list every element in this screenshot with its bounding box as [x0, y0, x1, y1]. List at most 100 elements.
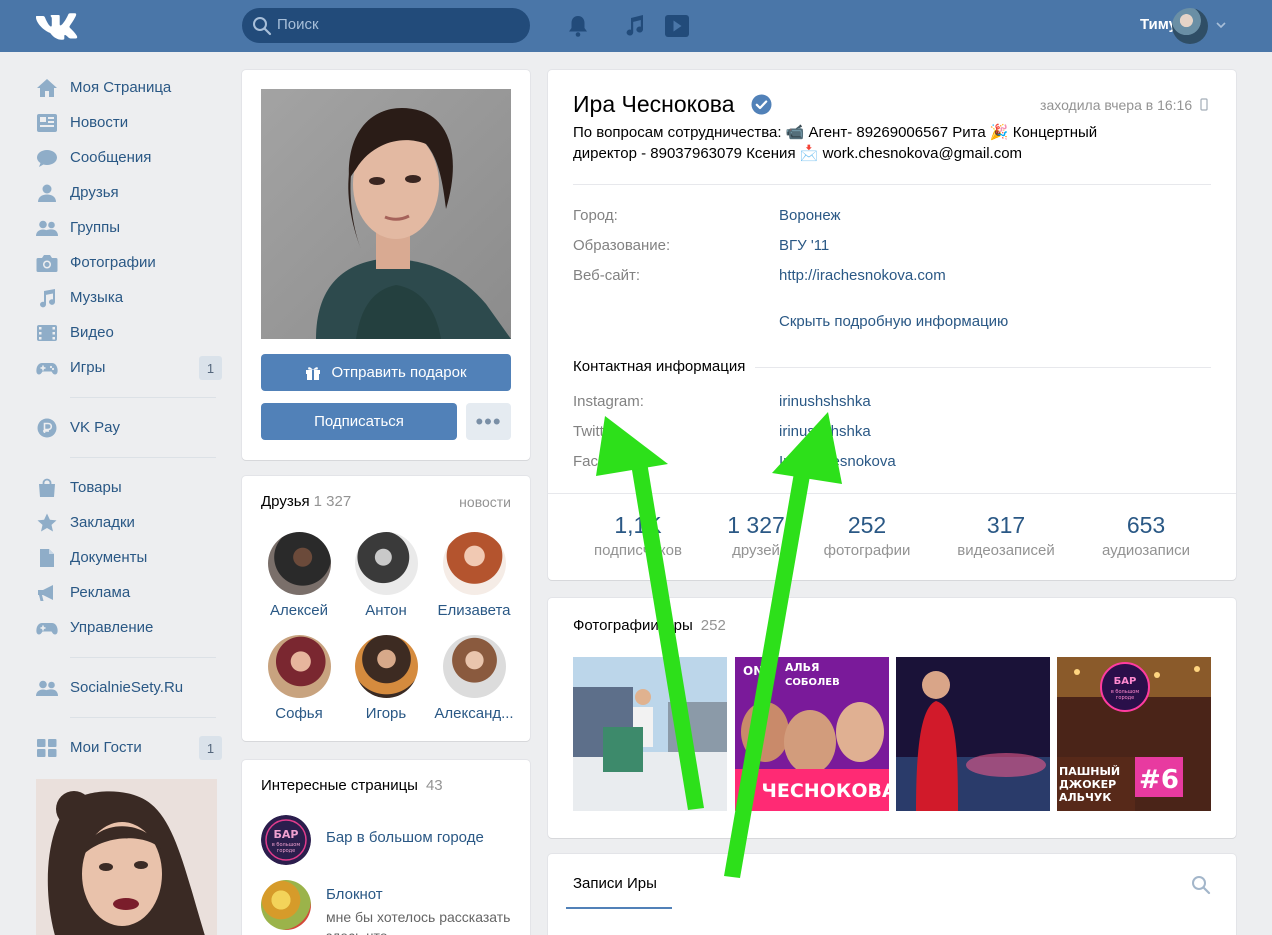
thumb-caption: ДЖОКЕР — [1059, 778, 1116, 791]
chevron-down-icon[interactable] — [1214, 18, 1228, 32]
nav-item-groups[interactable]: Группы — [36, 210, 222, 245]
website-link[interactable]: http://irachesnokova.com — [779, 267, 946, 284]
user-avatar[interactable] — [1172, 8, 1208, 44]
nav-label: Мои Гости — [70, 739, 142, 756]
videos-counter[interactable]: 317 видеозаписей — [936, 512, 1076, 559]
bar-logo-avatar: БАР в большом городе — [261, 815, 311, 865]
friends-news-link[interactable]: новости — [459, 494, 511, 510]
friend-item[interactable]: Елизавета — [429, 532, 519, 619]
nav-item-guests[interactable]: Мои Гости 1 — [36, 730, 222, 765]
friend-name: Александ... — [434, 705, 514, 722]
gamepad-icon — [36, 362, 58, 374]
sidebar-ad-image[interactable] — [36, 779, 217, 935]
document-icon — [40, 548, 54, 567]
nav-item-photos[interactable]: Фотографии — [36, 245, 222, 280]
nav-label: Реклама — [70, 584, 131, 601]
nav-item-friends[interactable]: Друзья — [36, 175, 222, 210]
pages-header[interactable]: Интересные страницы 43 — [261, 777, 443, 794]
city-label: Город: — [573, 207, 618, 224]
nav-item-my-page[interactable]: Моя Страница — [36, 70, 222, 105]
tab-wall-posts[interactable]: Записи Иры — [573, 875, 657, 892]
nav-label: Игры — [70, 359, 106, 376]
mobile-icon — [1200, 98, 1208, 111]
friends-card: Друзья 1 327 новости Алексей Антон Елизав… — [242, 476, 530, 741]
nav-item-goods[interactable]: Товары — [36, 470, 222, 505]
thumb-caption: ПАШНЫЙ — [1059, 765, 1120, 778]
photos-header[interactable]: Фотографии Иры 252 — [573, 617, 726, 634]
photo-thumb[interactable]: БАР в большом городе ПАШНЫЙ ДЖОКЕР АЛЬЧУ… — [1057, 657, 1211, 811]
twitter-label: Twitter: — [573, 423, 622, 440]
search-placeholder: Поиск — [277, 16, 319, 33]
photos-counter[interactable]: 252 фотографии — [797, 512, 937, 559]
friend-item[interactable]: Александ... — [429, 635, 519, 722]
verified-icon[interactable] — [751, 94, 772, 115]
search-icon[interactable] — [1191, 875, 1211, 895]
music-note-icon[interactable] — [620, 12, 648, 40]
friend-item[interactable]: Игорь — [341, 635, 431, 722]
facebook-label: Facebook: — [573, 453, 644, 470]
nav-item-vkpay[interactable]: VK Pay — [36, 410, 222, 445]
video-play-icon[interactable] — [662, 12, 690, 40]
nav-item-documents[interactable]: Документы — [36, 540, 222, 575]
avatar — [354, 532, 418, 595]
photo-thumb[interactable] — [896, 657, 1050, 811]
nav-item-video[interactable]: Видео — [36, 315, 222, 350]
twitter-link[interactable]: irinushshshka — [779, 423, 871, 440]
subscribe-button[interactable]: Подписаться — [261, 403, 457, 440]
nav-label: VK Pay — [70, 419, 121, 436]
education-link[interactable]: ВГУ '11 — [779, 237, 829, 254]
photo-image: ONE АЛЬЯ СОБОЛЕВ Н ЧЕСНОКОВА — [735, 657, 889, 811]
nav-item-manage[interactable]: Управление — [36, 610, 222, 645]
left-nav: Моя Страница Новости Сообщения Друзья Гр… — [36, 70, 222, 765]
more-actions-button[interactable]: ••• — [466, 403, 511, 440]
nav-item-messages[interactable]: Сообщения — [36, 140, 222, 175]
nav-label: SocialnieSety.Ru — [70, 679, 184, 696]
friend-name: Елизавета — [437, 602, 511, 619]
profile-photo[interactable] — [261, 89, 511, 339]
nav-item-bookmarks[interactable]: Закладки — [36, 505, 222, 540]
nav-item-news[interactable]: Новости — [36, 105, 222, 140]
audio-counter[interactable]: 653 аудиозаписи — [1076, 512, 1216, 559]
profile-name: Ира Чеснокова — [573, 91, 735, 117]
hide-details-link[interactable]: Скрыть подробную информацию — [779, 313, 1008, 330]
nav-item-music[interactable]: Музыка — [36, 280, 222, 315]
friend-item[interactable]: Антон — [341, 532, 431, 619]
friends-header[interactable]: Друзья 1 327 — [261, 493, 351, 510]
nav-item-ads[interactable]: Реклама — [36, 575, 222, 610]
bar-logo-text: БАР — [274, 828, 299, 841]
instagram-label: Instagram: — [573, 393, 644, 410]
last-seen-text: заходила вчера в 16:16 — [1040, 97, 1193, 113]
instagram-link[interactable]: irinushshshka — [779, 393, 871, 410]
city-link[interactable]: Воронеж — [779, 207, 841, 224]
counter-value: 653 — [1126, 512, 1166, 538]
friend-item[interactable]: Софья — [254, 635, 344, 722]
messages-icon — [37, 149, 57, 167]
thumb-caption: городе — [1116, 695, 1134, 701]
thumb-caption: АЛЬЯ — [785, 661, 820, 674]
facebook-link[interactable]: Irina Chesnokova — [779, 453, 896, 470]
friends-title: Друзья — [261, 493, 310, 510]
thumb-caption: СОБОЛЕВ — [785, 677, 840, 688]
bell-icon[interactable] — [564, 12, 592, 40]
nav-item-games[interactable]: Игры 1 — [36, 350, 222, 385]
woman-portrait-image — [36, 779, 217, 935]
search-input[interactable]: Поиск — [242, 8, 530, 43]
profile-photo-card: Отправить подарок Подписаться ••• — [242, 70, 530, 460]
nav-label: Группы — [70, 219, 120, 236]
avatar — [354, 635, 418, 698]
music-icon — [40, 288, 56, 307]
counter-value: 252 — [847, 512, 887, 538]
status-line: директор - 89037963079 Ксения 📩 work.che… — [573, 145, 1023, 162]
vk-logo-icon[interactable] — [34, 11, 78, 41]
gift-icon — [306, 366, 321, 380]
education-label: Образование: — [573, 237, 671, 254]
friend-item[interactable]: Алексей — [254, 532, 344, 619]
friend-name: Игорь — [365, 705, 407, 722]
friend-name: Антон — [365, 602, 407, 619]
status-line: По вопросам сотрудничества: 📹 Агент- 892… — [573, 124, 1098, 141]
nav-item-community[interactable]: SocialnieSety.Ru — [36, 670, 222, 705]
photo-thumb[interactable] — [573, 657, 727, 811]
photo-thumb[interactable]: ONE АЛЬЯ СОБОЛЕВ Н ЧЕСНОКОВА — [735, 657, 889, 811]
send-gift-button[interactable]: Отправить подарок — [261, 354, 511, 391]
groups-icon — [36, 220, 58, 236]
